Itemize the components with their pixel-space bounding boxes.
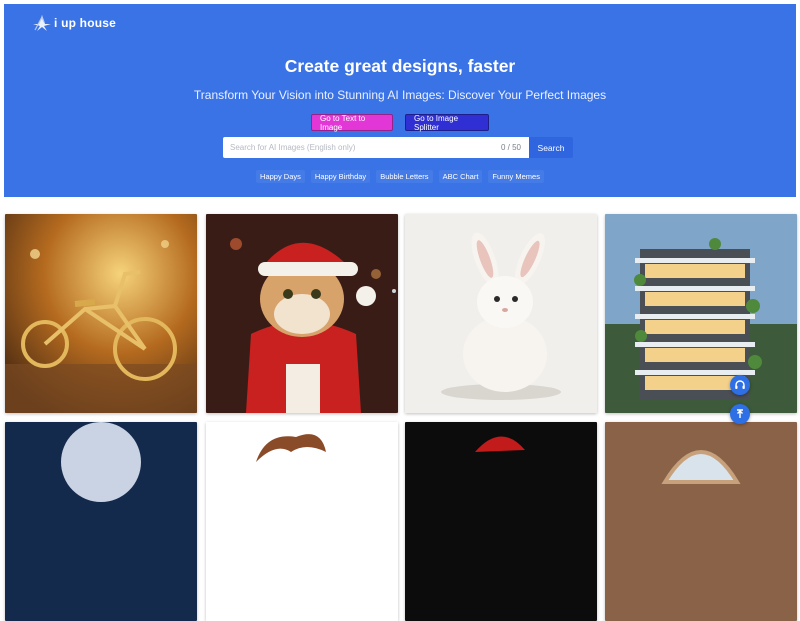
support-button[interactable] [730, 375, 750, 395]
gallery-image-moon[interactable] [5, 422, 197, 621]
gallery-image-bicycle[interactable] [5, 214, 197, 413]
tag-abc-chart[interactable]: ABC Chart [438, 170, 483, 183]
tag-funny-memes[interactable]: Funny Memes [488, 170, 544, 183]
gallery-image-building[interactable] [605, 214, 797, 413]
gallery-image-window[interactable] [605, 422, 797, 621]
hero-subtitle: Transform Your Vision into Stunning AI I… [193, 88, 607, 102]
text-to-image-button[interactable]: Go to Text to Image [311, 114, 393, 132]
gallery-image-cartoon[interactable] [206, 422, 398, 621]
tag-happy-days[interactable]: Happy Days [256, 170, 305, 183]
hero-title: Create great designs, faster [284, 56, 516, 76]
hero-actions: Go to Text to Image Go to Image Splitter [4, 114, 796, 132]
gallery-image-santa-hat[interactable] [405, 422, 597, 621]
slider-dot [392, 289, 396, 293]
brand-name: i up house [54, 16, 116, 30]
hero-banner: i up house Create great designs, faster … [4, 4, 796, 197]
search-bar: Search for AI Images (English only) 0 / … [223, 137, 573, 158]
search-input[interactable]: Search for AI Images (English only) 0 / … [223, 137, 529, 158]
gallery-image-santa-cat[interactable] [206, 214, 398, 413]
image-splitter-button[interactable]: Go to Image Splitter [405, 114, 489, 132]
tag-bubble-letters[interactable]: Bubble Letters [376, 170, 433, 183]
gallery-image-rabbit[interactable] [405, 214, 597, 413]
search-placeholder: Search for AI Images (English only) [230, 143, 356, 152]
arrow-up-icon [737, 409, 743, 418]
logo-star-icon [33, 15, 51, 31]
tag-list: Happy Days Happy Birthday Bubble Letters… [4, 170, 796, 183]
search-button[interactable]: Search [529, 137, 573, 158]
brand-logo[interactable]: i up house [32, 14, 116, 32]
tag-happy-birthday[interactable]: Happy Birthday [310, 170, 371, 183]
scroll-top-button[interactable] [730, 404, 750, 424]
headphones-icon [735, 380, 745, 389]
search-char-count: 0 / 50 [500, 143, 521, 152]
